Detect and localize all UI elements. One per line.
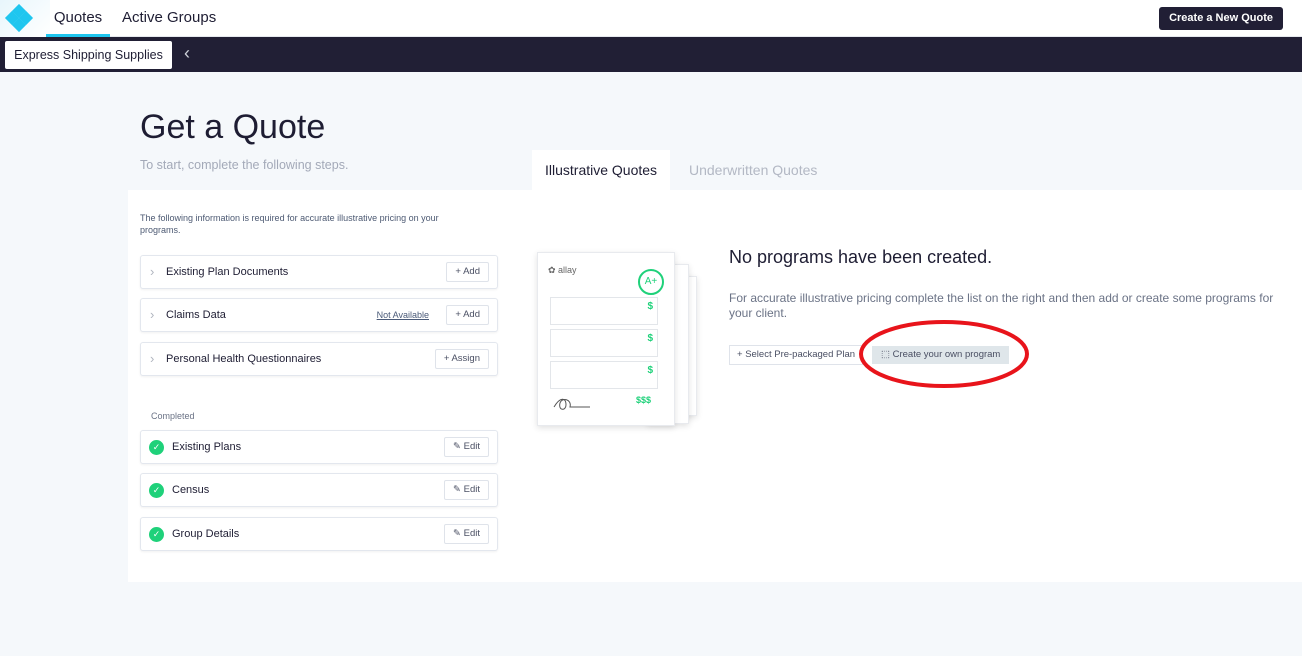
button-label: Select Pre-packaged Plan bbox=[745, 349, 856, 360]
chevron-right-icon: › bbox=[150, 351, 155, 366]
page-title: Get a Quote bbox=[140, 108, 326, 146]
price-mark: $ bbox=[647, 333, 653, 344]
required-item[interactable]: › Existing Plan Documents + Add bbox=[140, 255, 498, 289]
chevron-right-icon: › bbox=[150, 307, 155, 322]
nav-tab-quotes[interactable]: Quotes bbox=[46, 0, 110, 37]
edit-button[interactable]: ✎ Edit bbox=[444, 524, 489, 544]
item-label: Existing Plans bbox=[172, 441, 242, 453]
check-circle-icon: ✓ bbox=[149, 483, 164, 498]
info-text: The following information is required fo… bbox=[140, 213, 439, 235]
item-label: Personal Health Questionnaires bbox=[166, 353, 322, 365]
check-circle-icon: ✓ bbox=[149, 440, 164, 455]
price-mark: $ bbox=[647, 301, 653, 312]
add-button[interactable]: + Add bbox=[446, 262, 489, 282]
group-bar: Express Shipping Supplies ‹ bbox=[0, 37, 1302, 72]
annotation-ellipse bbox=[859, 320, 1029, 388]
completed-item: ✓ Census ✎ Edit bbox=[140, 473, 498, 507]
assign-button[interactable]: + Assign bbox=[434, 349, 489, 369]
total-mark: $$$ bbox=[636, 395, 652, 405]
edit-label: Edit bbox=[463, 441, 480, 452]
edit-button[interactable]: ✎ Edit bbox=[444, 480, 489, 500]
tab-illustrative-quotes[interactable]: Illustrative Quotes bbox=[532, 150, 671, 190]
completed-item: ✓ Group Details ✎ Edit bbox=[140, 517, 498, 551]
pencil-icon: ✎ bbox=[453, 484, 464, 495]
not-available-link[interactable]: Not Available bbox=[377, 310, 429, 320]
check-circle-icon: ✓ bbox=[149, 527, 164, 542]
signature-icon bbox=[553, 398, 590, 410]
item-label: Group Details bbox=[172, 528, 240, 540]
edit-label: Edit bbox=[463, 528, 480, 539]
required-item[interactable]: › Claims Data Not Available + Add bbox=[140, 298, 498, 332]
item-label: Claims Data bbox=[166, 309, 226, 321]
logo[interactable] bbox=[0, 0, 50, 37]
required-item[interactable]: › Personal Health Questionnaires + Assig… bbox=[140, 342, 498, 376]
pencil-icon: ✎ bbox=[453, 441, 464, 452]
brand-logo: ✿ allay bbox=[548, 265, 577, 275]
chevron-left-icon[interactable]: ‹ bbox=[184, 43, 190, 64]
select-pre-packaged-plan-button[interactable]: + Select Pre-packaged Plan bbox=[729, 345, 864, 365]
price-mark: $ bbox=[647, 365, 653, 376]
edit-button[interactable]: ✎ Edit bbox=[444, 437, 489, 457]
completed-item: ✓ Existing Plans ✎ Edit bbox=[140, 430, 498, 464]
grade-badge: A+ bbox=[638, 269, 664, 295]
completed-heading: Completed bbox=[151, 411, 195, 421]
plus-icon: + bbox=[737, 349, 746, 360]
group-tab[interactable]: Express Shipping Supplies bbox=[5, 41, 172, 69]
create-new-quote-button[interactable]: Create a New Quote bbox=[1159, 7, 1283, 30]
top-bar: Quotes Active Groups Create a New Quote bbox=[0, 0, 1302, 37]
edit-label: Edit bbox=[463, 484, 480, 495]
add-button[interactable]: + Add bbox=[446, 305, 489, 325]
item-label: Census bbox=[172, 484, 210, 496]
empty-state-title: No programs have been created. bbox=[729, 247, 993, 267]
item-label: Existing Plan Documents bbox=[166, 266, 289, 278]
nav-tab-active-groups[interactable]: Active Groups bbox=[122, 0, 216, 37]
page-subtitle: To start, complete the following steps. bbox=[140, 158, 349, 172]
tab-underwritten-quotes[interactable]: Underwritten Quotes bbox=[676, 150, 830, 190]
chevron-right-icon: › bbox=[150, 264, 155, 279]
pencil-icon: ✎ bbox=[453, 528, 464, 539]
empty-state-description: For accurate illustrative pricing comple… bbox=[729, 291, 1274, 320]
